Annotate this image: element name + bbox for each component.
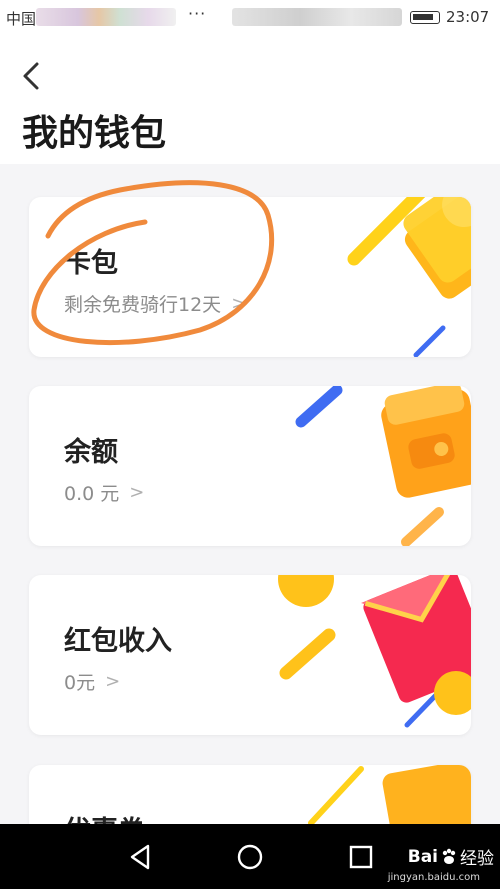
card-subtitle-text: 剩余免费骑行12天: [64, 294, 222, 316]
header: 我的钱包: [0, 34, 500, 164]
battery-icon: [410, 11, 440, 24]
card-subtitle-text: 0元: [64, 672, 96, 694]
baidu-watermark: Bai 经验 jingyan.baidu.com: [388, 844, 494, 884]
nav-home-button[interactable]: [235, 842, 265, 872]
blurred-status-icons: [36, 8, 176, 26]
red-envelope-income-card[interactable]: 红包收入 0元 >: [29, 575, 471, 735]
card-title: 卡包: [64, 248, 118, 279]
paw-icon: [442, 848, 456, 864]
card-subtitle: 0.0 元 >: [64, 479, 144, 506]
home-circle-icon: [237, 844, 263, 870]
chevron-right-icon: >: [231, 293, 247, 314]
card-pack-icon: [347, 197, 471, 357]
blurred-network-icons: [232, 8, 402, 26]
card-subtitle: 0元 >: [64, 668, 120, 695]
chevron-right-icon: >: [105, 671, 121, 692]
carrier-label: 中国: [6, 10, 37, 28]
watermark-url: jingyan.baidu.com: [387, 872, 480, 883]
system-nav-bar: Bai 经验 jingyan.baidu.com: [0, 824, 500, 889]
chevron-left-icon: [23, 62, 39, 90]
recents-square-icon: [349, 845, 373, 869]
chevron-right-icon: >: [129, 482, 145, 503]
clock: 23:07: [446, 8, 490, 26]
watermark-brand: Bai: [407, 846, 438, 867]
card-subtitle: 剩余免费骑行12天 >: [64, 290, 246, 317]
card-pack-card[interactable]: 卡包 剩余免费骑行12天 >: [29, 197, 471, 357]
balance-card[interactable]: 余额 0.0 元 >: [29, 386, 471, 546]
red-envelope-icon: [278, 575, 471, 728]
nav-back-button[interactable]: [126, 842, 156, 872]
watermark-suffix: 经验: [460, 849, 494, 869]
card-title: 余额: [64, 437, 118, 468]
card-subtitle-text: 0.0 元: [64, 483, 120, 505]
wallet-icon: [295, 386, 471, 546]
nav-recents-button[interactable]: [346, 842, 376, 872]
status-bar: 中国 ··· 23:07: [0, 0, 500, 34]
more-dots-icon: ···: [188, 4, 207, 23]
back-triangle-icon: [130, 844, 150, 870]
page-title: 我的钱包: [22, 113, 167, 154]
back-button[interactable]: [14, 58, 50, 94]
card-title: 红包收入: [64, 626, 172, 657]
